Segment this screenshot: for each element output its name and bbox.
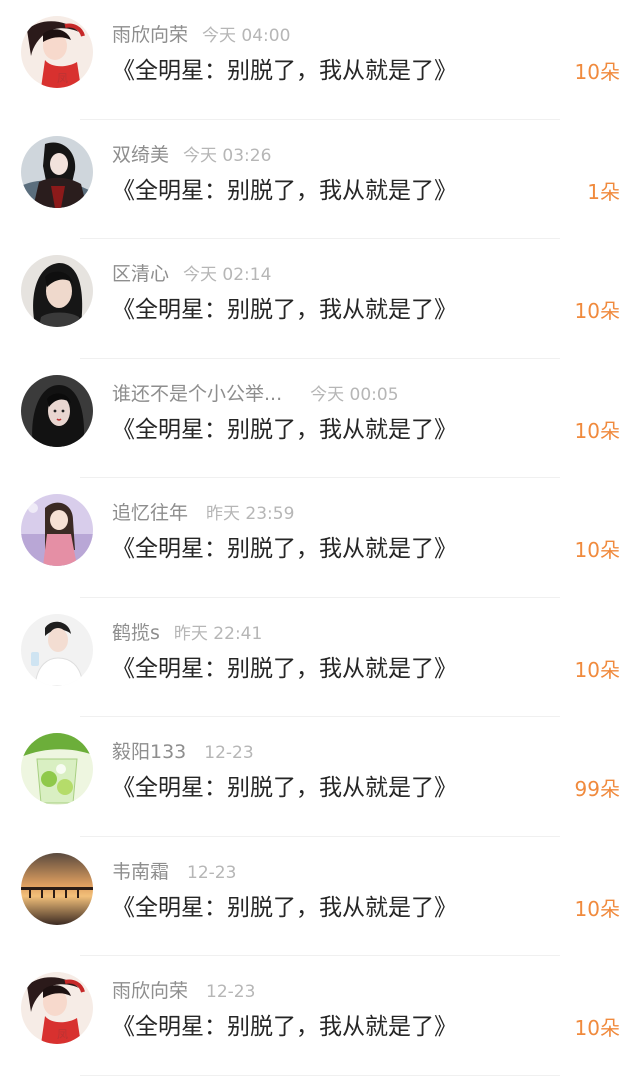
avatar[interactable]	[21, 733, 93, 805]
comment-row[interactable]: 追忆往年 昨天 23:59 《全明星：别脱了，我从就是了》 10朵	[0, 478, 640, 598]
comment-meta: 雨欣向荣 12-23	[112, 976, 255, 1006]
avatar[interactable]	[21, 613, 93, 686]
avatar[interactable]	[21, 494, 93, 566]
comment-meta: 韦南霜 12-23	[112, 857, 236, 887]
flower-count: 10朵	[574, 1016, 620, 1040]
avatar[interactable]: 凤	[21, 972, 93, 1044]
user-name[interactable]: 区清心	[112, 263, 169, 285]
comment-time: 昨天 23:59	[206, 504, 295, 524]
avatar[interactable]	[21, 135, 93, 208]
sunset-pier-avatar	[21, 852, 93, 925]
flower-count: 10朵	[574, 538, 620, 562]
comment-time: 昨天 22:41	[173, 623, 263, 644]
comment-row[interactable]: 凤 雨欣向荣 今天 04:00 《全明星：别脱了，我从就是了》 10朵	[0, 0, 640, 120]
comment-text: 《全明星：别脱了，我从就是了》	[112, 536, 457, 562]
comment-meta: 追忆往年 昨天 23:59	[112, 498, 294, 528]
comment-text: 《全明星：别脱了，我从就是了》	[112, 416, 457, 443]
flower-count: 10朵	[574, 896, 620, 921]
comment-text: 《全明星：别脱了，我从就是了》	[112, 297, 457, 323]
comment-row[interactable]: 谁还不是个小公举... 今天 00:05 《全明星：别脱了，我从就是了》 10朵	[0, 359, 640, 478]
comment-meta: 双绮美 今天 03:26	[112, 140, 271, 170]
comment-time: 12-23	[204, 743, 254, 763]
flower-count: 10朵	[574, 299, 620, 323]
comment-text: 《全明星：别脱了，我从就是了》	[112, 58, 457, 84]
comment-time: 今天 04:00	[202, 26, 291, 46]
comment-row[interactable]: 鹤揽s 昨天 22:41 《全明星：别脱了，我从就是了》 10朵	[0, 598, 640, 717]
dark-hair-girl-avatar	[21, 374, 93, 447]
svg-text:凤: 凤	[57, 72, 68, 85]
flower-count: 99朵	[574, 777, 620, 801]
anime-girl-red-avatar: 凤	[21, 972, 93, 1044]
user-name[interactable]: 谁还不是个小公举...	[112, 383, 282, 405]
user-name[interactable]: 双绮美	[112, 144, 169, 166]
dark-robed-figure-avatar	[21, 135, 93, 208]
comment-meta: 谁还不是个小公举... 今天 00:05	[112, 379, 399, 409]
comment-row[interactable]: 毅阳133 12-23 《全明星：别脱了，我从就是了》 99朵	[0, 717, 640, 837]
comment-time: 今天 03:26	[183, 145, 272, 166]
comment-meta: 鹤揽s 昨天 22:41	[112, 618, 262, 648]
flower-count: 1朵	[587, 179, 620, 204]
user-name[interactable]: 雨欣向荣	[112, 980, 188, 1002]
user-name[interactable]: 鹤揽s	[112, 622, 160, 644]
divider	[80, 1074, 560, 1076]
comment-time: 今天 00:05	[310, 384, 399, 405]
comment-row[interactable]: 区清心 今天 02:14 《全明星：别脱了，我从就是了》 10朵	[0, 239, 640, 359]
avatar[interactable]: 凤	[21, 16, 93, 88]
avatar[interactable]	[21, 852, 93, 925]
avatar[interactable]	[21, 255, 93, 327]
comment-row[interactable]: 凤 雨欣向荣 12-23 《全明星：别脱了，我从就是了》 10朵	[0, 956, 640, 1076]
comment-meta: 区清心 今天 02:14	[112, 259, 271, 289]
comment-text: 《全明星：别脱了，我从就是了》	[112, 1014, 457, 1040]
comment-row[interactable]: 双绮美 今天 03:26 《全明星：别脱了，我从就是了》 1朵	[0, 120, 640, 239]
comment-list: 凤 雨欣向荣 今天 04:00 《全明星：别脱了，我从就是了》 10朵 双绮美 今天…	[0, 0, 640, 1081]
lime-drink-avatar	[21, 733, 93, 805]
user-name[interactable]: 追忆往年	[112, 502, 188, 524]
user-name[interactable]: 雨欣向荣	[112, 24, 188, 46]
comment-meta: 毅阳133 12-23	[112, 737, 254, 767]
young-man-white-shirt-avatar	[21, 613, 93, 686]
anime-girl-red-avatar: 凤	[21, 16, 93, 88]
comment-time: 12-23	[206, 982, 256, 1002]
comment-text: 《全明星：别脱了，我从就是了》	[112, 894, 457, 921]
comment-text: 《全明星：别脱了，我从就是了》	[112, 177, 457, 204]
comment-time: 今天 02:14	[183, 265, 272, 285]
user-name[interactable]: 韦南霜	[112, 861, 169, 883]
comment-text: 《全明星：别脱了，我从就是了》	[112, 655, 457, 682]
user-name[interactable]: 毅阳133	[112, 741, 186, 763]
comment-meta: 雨欣向荣 今天 04:00	[112, 20, 290, 50]
avatar[interactable]	[21, 374, 93, 447]
svg-text:凤: 凤	[57, 1028, 68, 1041]
flower-count: 10朵	[574, 657, 620, 682]
girl-portrait-avatar	[21, 255, 93, 327]
flower-count: 10朵	[574, 60, 620, 84]
comment-time: 12-23	[187, 862, 237, 883]
comment-row[interactable]: 韦南霜 12-23 《全明星：别脱了，我从就是了》 10朵	[0, 837, 640, 956]
comment-text: 《全明星：别脱了，我从就是了》	[112, 775, 457, 801]
flower-count: 10朵	[574, 418, 620, 443]
anime-girl-purple-avatar	[21, 494, 93, 566]
